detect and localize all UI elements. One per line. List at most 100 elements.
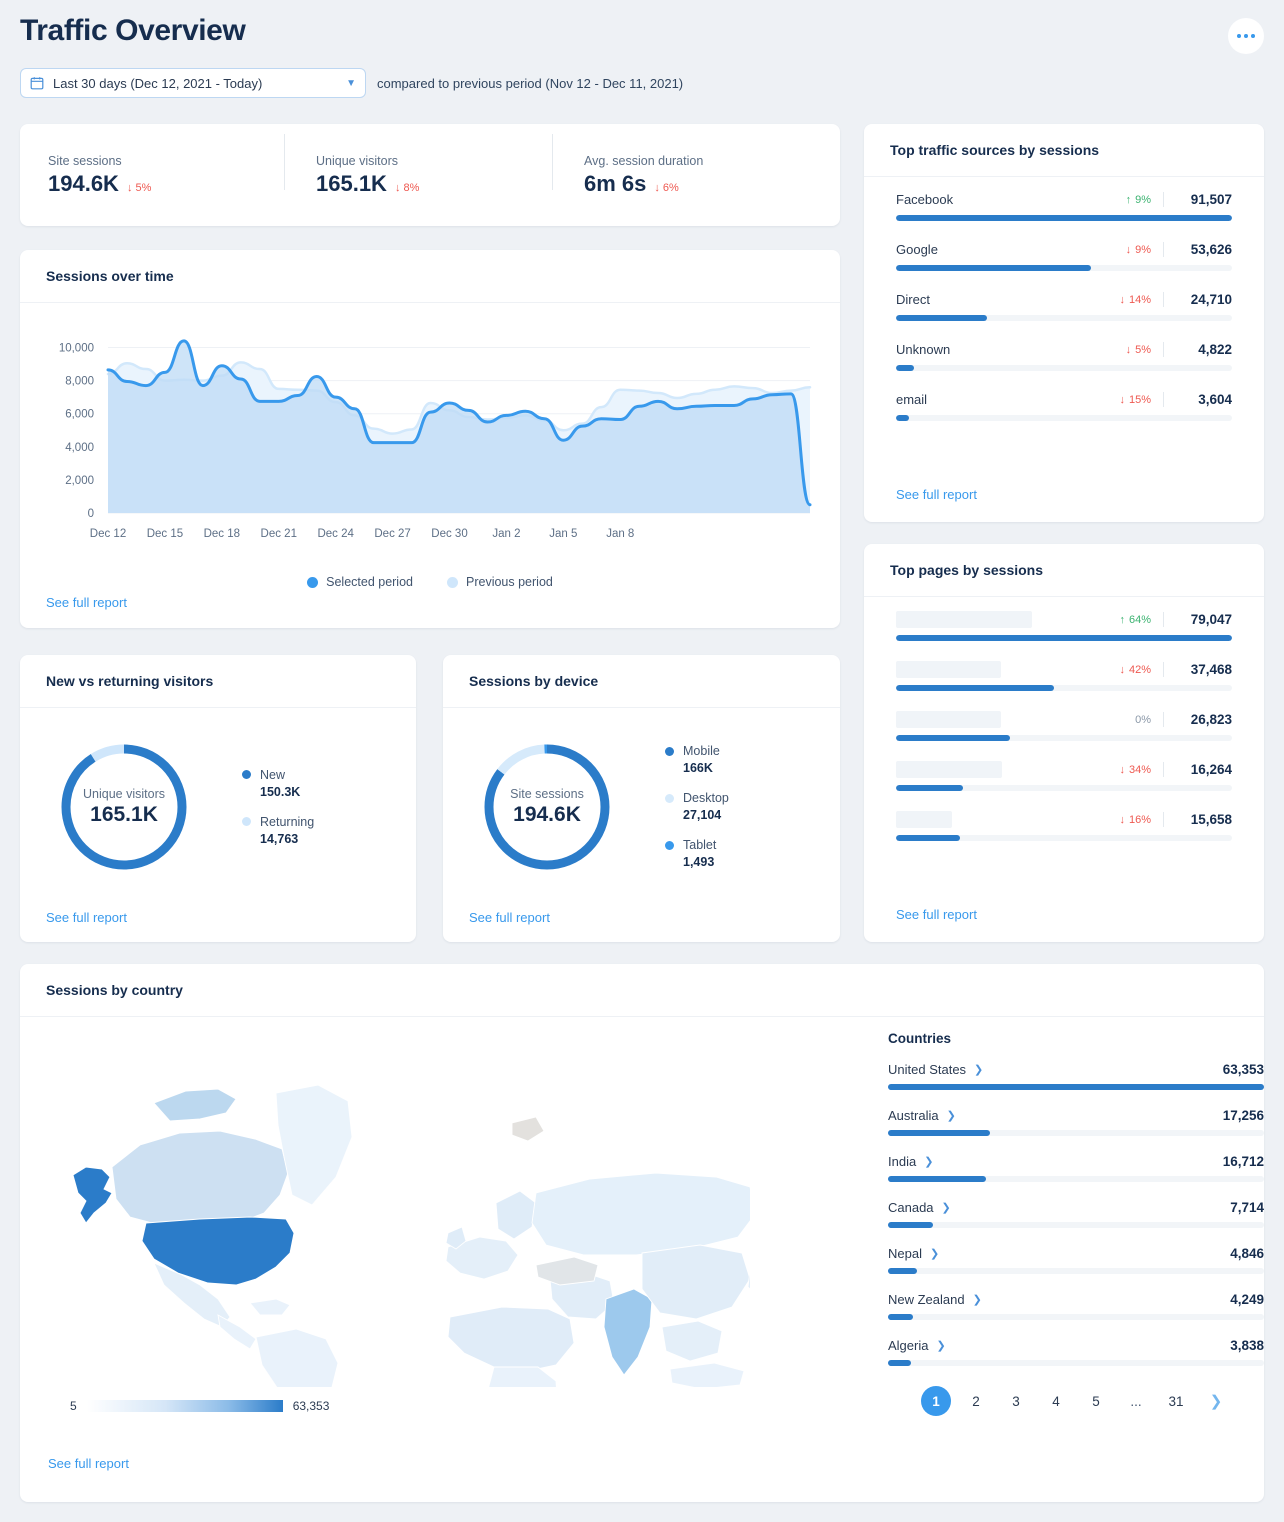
chevron-right-icon[interactable]: ❯	[942, 1201, 951, 1214]
date-filter-row: Last 30 days (Dec 12, 2021 - Today) ▼ co…	[20, 68, 683, 98]
kpi-delta-value: 8%	[403, 182, 419, 194]
divider	[1163, 342, 1164, 357]
country-row[interactable]: New Zealand❯4,249	[888, 1292, 1264, 1320]
top-pages-title: Top pages by sessions	[864, 544, 1264, 597]
world-map[interactable]	[50, 1027, 750, 1387]
country-row[interactable]: Algeria❯3,838	[888, 1338, 1264, 1366]
map-region-svalbard[interactable]	[512, 1117, 544, 1141]
pagination-page-31[interactable]: 31	[1161, 1386, 1191, 1416]
list-item-delta: ↓42%	[1097, 664, 1151, 676]
pagination-page-1[interactable]: 1	[921, 1386, 951, 1416]
chevron-right-icon[interactable]: ❯	[947, 1109, 956, 1122]
progress-track	[888, 1130, 1264, 1136]
map-region-africa-s[interactable]	[486, 1367, 558, 1387]
chevron-right-icon[interactable]: ❯	[924, 1155, 933, 1168]
chevron-right-icon[interactable]: ❯	[974, 1063, 983, 1076]
list-item[interactable]: Direct↓14%24,710	[896, 291, 1232, 321]
country-row[interactable]: Australia❯17,256	[888, 1108, 1264, 1136]
list-item[interactable]: email↓15%3,604	[896, 391, 1232, 421]
map-region-caribbean[interactable]	[250, 1299, 290, 1315]
sessions-by-country-see-full-report-link[interactable]: See full report	[48, 1456, 129, 1471]
divider	[1163, 612, 1164, 627]
map-legend-gradient	[87, 1400, 283, 1412]
country-row[interactable]: United States❯63,353	[888, 1062, 1264, 1090]
list-item-value: 24,710	[1176, 292, 1232, 307]
country-row-header: United States❯63,353	[888, 1062, 1264, 1077]
country-row[interactable]: Nepal❯4,846	[888, 1246, 1264, 1274]
map-region-arctic-islands[interactable]	[154, 1089, 236, 1121]
donut-legend-value: 166K	[683, 761, 729, 775]
new-vs-returning-see-full-report-link[interactable]: See full report	[46, 910, 127, 925]
divider	[1163, 242, 1164, 257]
map-region-europe-scand[interactable]	[496, 1191, 536, 1239]
top-traffic-sources-see-full-report-link[interactable]: See full report	[896, 487, 977, 502]
sessions-see-full-report-link[interactable]: See full report	[46, 595, 127, 610]
pagination-page-2[interactable]: 2	[961, 1386, 991, 1416]
donut-legend-value: 150.3K	[260, 785, 314, 799]
pagination-next-chevron-right-icon[interactable]: ❯	[1201, 1386, 1231, 1416]
country-name: Algeria	[888, 1338, 928, 1353]
country-name: India	[888, 1154, 916, 1169]
map-region-turkey-iran[interactable]	[536, 1257, 598, 1285]
pagination-ellipsis: ...	[1121, 1386, 1151, 1416]
map-region-indonesia[interactable]	[670, 1363, 744, 1387]
list-item-delta-value: 42%	[1129, 664, 1151, 676]
chart-y-tick-label: 6,000	[65, 409, 94, 421]
list-item[interactable]: ↑64%79,047	[896, 611, 1232, 641]
list-item[interactable]: Google↓9%53,626	[896, 241, 1232, 271]
map-region-canada[interactable]	[112, 1131, 288, 1227]
list-item[interactable]: 0% 26,823	[896, 711, 1232, 741]
list-item-header: ↓42%37,468	[896, 661, 1232, 678]
map-region-africa-n[interactable]	[448, 1307, 574, 1371]
progress-fill	[896, 265, 1091, 271]
map-region-south-america-n[interactable]	[256, 1329, 338, 1387]
divider	[1163, 392, 1164, 407]
sessions-by-device-see-full-report-link[interactable]: See full report	[469, 910, 550, 925]
divider	[1163, 292, 1164, 307]
country-row[interactable]: India❯16,712	[888, 1154, 1264, 1182]
list-item[interactable]: ↓42%37,468	[896, 661, 1232, 691]
chart-legend-item: Selected period	[307, 575, 413, 589]
kpi-delta: ↓6%	[654, 182, 678, 194]
chevron-right-icon[interactable]: ❯	[973, 1293, 982, 1306]
chevron-right-icon[interactable]: ❯	[930, 1247, 939, 1260]
list-item[interactable]: ↓16%15,658	[896, 811, 1232, 841]
map-region-greenland[interactable]	[276, 1085, 352, 1205]
country-value: 4,846	[1230, 1246, 1264, 1261]
legend-color-dot	[665, 747, 674, 756]
map-region-china[interactable]	[642, 1245, 750, 1319]
chart-x-tick-label: Dec 21	[261, 528, 297, 540]
list-item[interactable]: Unknown↓5%4,822	[896, 341, 1232, 371]
map-region-sea-asia[interactable]	[662, 1321, 722, 1361]
list-item-delta-value: 14%	[1129, 294, 1151, 306]
map-region-russia[interactable]	[532, 1173, 750, 1255]
chevron-right-icon[interactable]: ❯	[936, 1339, 945, 1352]
sessions-by-device-legend: Mobile166KDesktop27,104Tablet1,493	[665, 744, 729, 869]
pagination-page-5[interactable]: 5	[1081, 1386, 1111, 1416]
list-item[interactable]: Facebook↑9%91,507	[896, 191, 1232, 221]
donut-center-value: 165.1K	[90, 803, 158, 827]
chart-y-tick-label: 2,000	[65, 475, 94, 487]
chart-x-tick-label: Dec 30	[431, 528, 467, 540]
more-options-icon	[1251, 34, 1255, 38]
chart-y-tick-label: 4,000	[65, 442, 94, 454]
pagination-page-4[interactable]: 4	[1041, 1386, 1071, 1416]
list-item-value: 26,823	[1176, 712, 1232, 727]
country-row[interactable]: Canada❯7,714	[888, 1200, 1264, 1228]
pagination-page-3[interactable]: 3	[1001, 1386, 1031, 1416]
kpi-value-row: 6m 6s↓6%	[584, 171, 832, 197]
top-pages-see-full-report-link[interactable]: See full report	[896, 907, 977, 922]
map-region-central-america[interactable]	[218, 1315, 256, 1349]
list-item[interactable]: ↓34%16,264	[896, 761, 1232, 791]
list-item-delta-value: 0%	[1135, 714, 1151, 726]
comparison-label: compared to previous period (Nov 12 - De…	[377, 76, 683, 91]
progress-fill	[896, 635, 1232, 641]
map-region-alaska[interactable]	[73, 1167, 112, 1223]
list-item-delta: ↑64%	[1097, 614, 1151, 626]
map-region-india[interactable]	[604, 1289, 652, 1375]
more-options-button[interactable]	[1228, 18, 1264, 54]
trend-down-icon: ↓	[1119, 394, 1125, 406]
top-pages-list: ↑64%79,047 ↓42%37,468 0% 26,823 ↓34%16,264 ↓1…	[864, 597, 1264, 841]
countries-list: United States❯63,353 Australia❯17,256 Indi…	[888, 1062, 1264, 1366]
date-range-select[interactable]: Last 30 days (Dec 12, 2021 - Today) ▼	[20, 68, 366, 98]
